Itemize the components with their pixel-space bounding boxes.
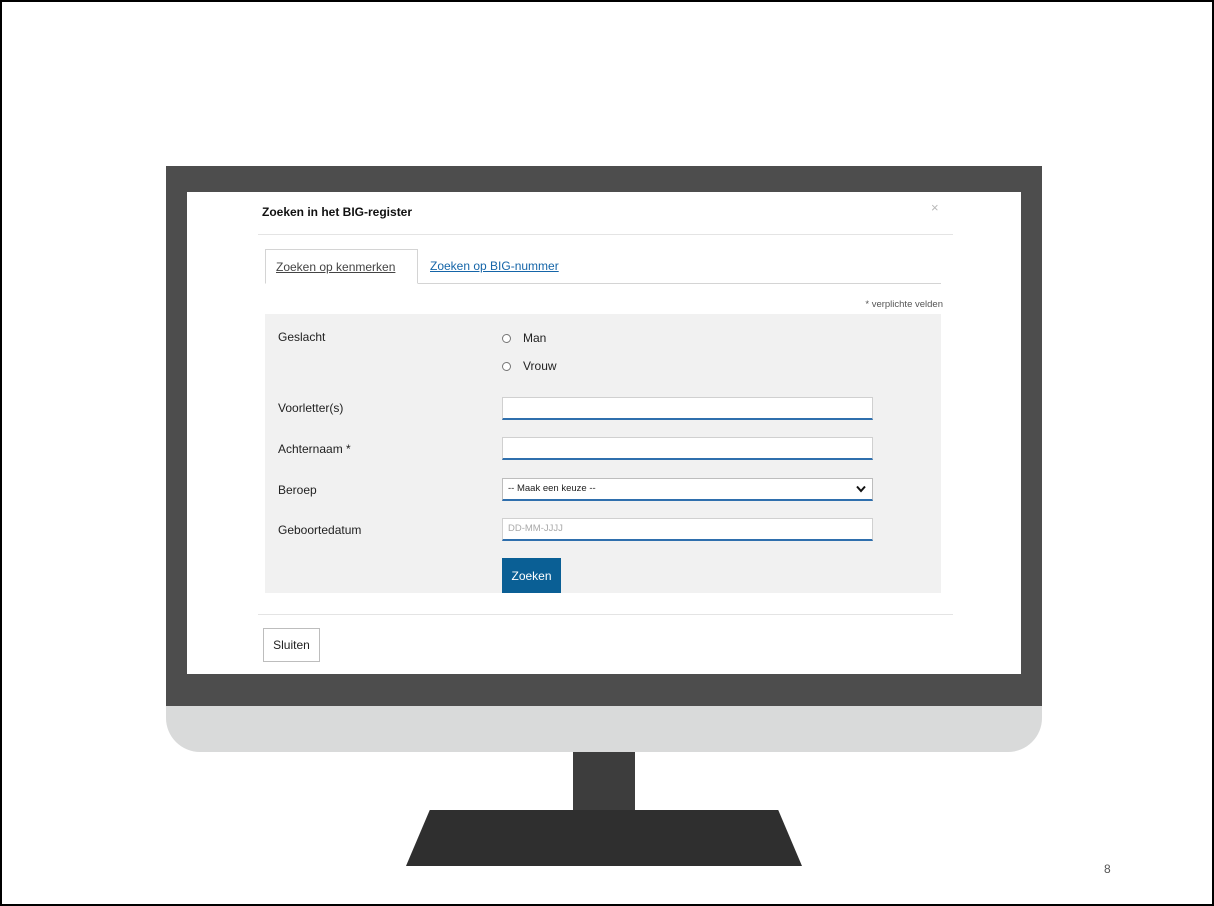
tab-search-by-big-number[interactable]: Zoeken op BIG-nummer [420,249,569,284]
search-button[interactable]: Zoeken [502,558,561,593]
profession-select[interactable]: -- Maak een keuze -- [502,478,873,501]
monitor-stand [406,810,802,866]
search-form: Geslacht Man Vrouw Voorletter(s) Achtern… [265,314,941,593]
birthdate-input[interactable]: DD-MM-JJJJ [502,518,873,541]
tab-search-by-characteristics[interactable]: Zoeken op kenmerken [265,249,418,284]
profession-selected-value: -- Maak een keuze -- [508,483,596,494]
search-modal: Zoeken in het BIG-register × Zoeken op k… [187,192,1021,674]
birthdate-label: Geboortedatum [278,523,362,537]
surname-input[interactable] [502,437,873,460]
slide-number: 8 [1104,862,1111,876]
radio-label-vrouw: Vrouw [523,359,557,373]
radio-label-man: Man [523,331,547,345]
initials-input[interactable] [502,397,873,420]
initials-label: Voorletter(s) [278,401,344,415]
radio-circle-icon [502,361,511,371]
profession-label: Beroep [278,483,317,497]
chevron-down-icon [856,485,866,493]
gender-label: Geslacht [278,330,326,344]
surname-label: Achternaam * [278,442,351,456]
header-divider [258,234,953,235]
footer-divider [258,614,953,615]
radio-circle-icon [502,333,511,343]
close-icon[interactable]: × [931,200,939,215]
gender-radio-man[interactable]: Man [502,329,546,347]
modal-title: Zoeken in het BIG-register [262,205,413,219]
close-button[interactable]: Sluiten [263,628,320,662]
monitor-chin [166,706,1042,752]
required-fields-note: * verplichte velden [865,299,943,310]
gender-radio-vrouw[interactable]: Vrouw [502,357,557,375]
monitor-neck [573,752,635,814]
